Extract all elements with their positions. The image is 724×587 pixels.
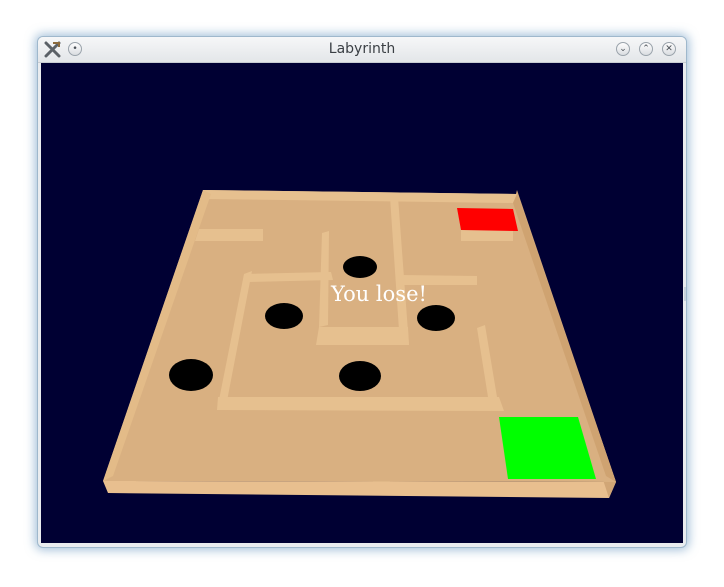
chevron-up-icon: ⌃ [642, 43, 650, 54]
board-front-edge [103, 481, 616, 498]
hole [343, 256, 377, 278]
maximize-button[interactable]: ⌃ [639, 42, 653, 56]
game-status-message: You lose! [331, 282, 427, 306]
minimize-button[interactable]: ⌄ [616, 42, 630, 56]
wall-top-left-stub [195, 229, 263, 241]
hole [417, 305, 455, 331]
chevron-down-icon: ⌄ [619, 43, 627, 54]
wall-inner-horizontal [316, 327, 409, 345]
window-title: Labyrinth [328, 41, 396, 57]
hole [169, 359, 213, 391]
close-icon: ✕ [665, 43, 673, 54]
hole [339, 361, 381, 391]
game-viewport[interactable]: You lose! [41, 63, 683, 543]
wall-right-top-horizontal [461, 229, 513, 241]
resize-handle[interactable] [684, 287, 686, 301]
hole [265, 303, 303, 329]
app-window: • Labyrinth ⌄ ⌃ ✕ You lose! [38, 37, 686, 547]
start-tile [457, 208, 518, 231]
close-button[interactable]: ✕ [662, 42, 676, 56]
wall-bottom-horizontal [217, 397, 504, 411]
title-bar[interactable]: • Labyrinth ⌄ ⌃ ✕ [38, 37, 686, 63]
